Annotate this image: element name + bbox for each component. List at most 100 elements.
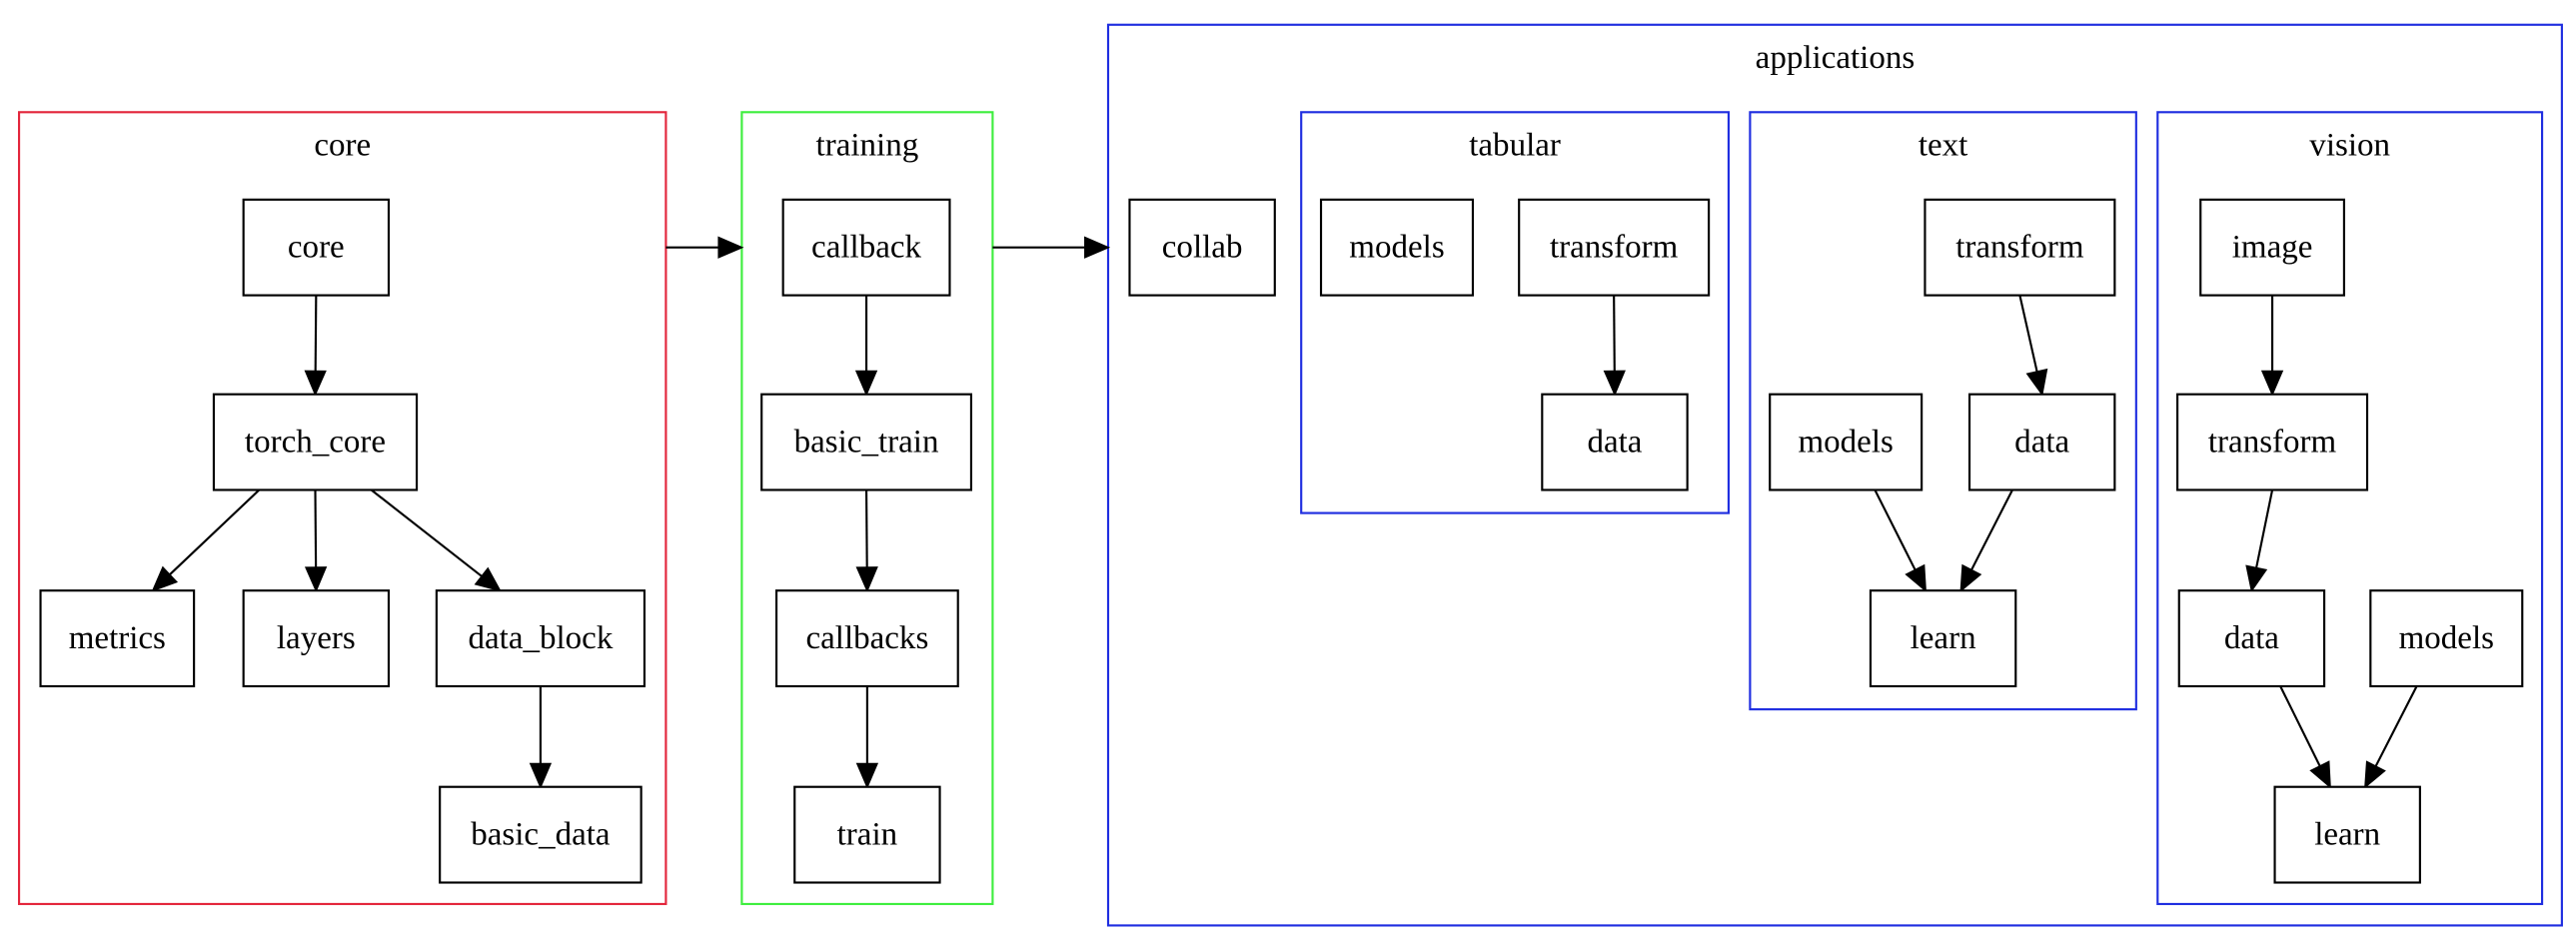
edge-cluster-training-to-cluster-applications (992, 236, 1111, 259)
node-training-callbacks[interactable]: callbacks (774, 589, 959, 688)
node-core-core[interactable]: core (242, 198, 391, 297)
node-core-torch_core[interactable]: torch_core (212, 393, 419, 491)
node-tabular-data[interactable]: data (1541, 393, 1689, 491)
node-training-basic_train[interactable]: basic_train (760, 393, 973, 491)
node-box[interactable] (760, 393, 973, 491)
node-box[interactable] (781, 198, 951, 297)
node-tabular-models[interactable]: models (1319, 198, 1475, 297)
node-box[interactable] (1128, 198, 1276, 297)
cluster-label-tabular: tabular (1469, 127, 1561, 163)
edge-core-torch_core-to-core-data_block (370, 488, 502, 592)
node-box[interactable] (2177, 589, 2326, 688)
node-box[interactable] (212, 393, 419, 491)
node-box[interactable] (793, 785, 941, 884)
node-box[interactable] (774, 589, 959, 688)
arrowhead-icon (855, 566, 878, 593)
module-dependency-diagram: core training applications tabular text visio… (17, 23, 2563, 927)
node-applications-collab[interactable]: collab (1128, 198, 1276, 297)
node-box[interactable] (1518, 198, 1711, 297)
cluster-label-core: core (314, 127, 371, 163)
edge-line (1874, 488, 1917, 571)
edge-line (1613, 295, 1616, 372)
edge-text-models-to-text-learn (1874, 488, 1928, 593)
arrowhead-icon (2025, 368, 2048, 397)
edge-vision-transform-to-vision-data (2245, 489, 2274, 593)
edge-text-data-to-text-learn (1959, 488, 2013, 593)
node-box[interactable] (435, 589, 646, 688)
edge-line (169, 488, 261, 576)
arrowhead-icon (1905, 563, 1928, 593)
node-box[interactable] (439, 785, 643, 884)
node-box[interactable] (1769, 393, 1924, 491)
node-box[interactable] (2369, 589, 2524, 688)
arrowhead-icon (1084, 236, 1111, 259)
edge-training-callback-to-training-basic_train (854, 295, 878, 397)
edge-line (2374, 685, 2418, 767)
node-box[interactable] (39, 589, 196, 688)
arrowhead-icon (1603, 370, 1626, 397)
edge-line (314, 295, 318, 372)
node-tabular-transform[interactable]: transform (1518, 198, 1711, 297)
node-box[interactable] (1869, 589, 2017, 688)
edge-line (2279, 685, 2321, 767)
cluster-label-applications: applications (1756, 40, 1916, 76)
edge-line (864, 489, 868, 568)
node-box[interactable] (1541, 393, 1689, 491)
node-box[interactable] (2199, 198, 2345, 297)
arrowhead-icon (529, 762, 553, 789)
node-box[interactable] (2273, 785, 2421, 884)
node-box[interactable] (2176, 393, 2369, 491)
arrowhead-icon (1959, 563, 1982, 593)
node-text-models[interactable]: models (1769, 393, 1924, 491)
arrowhead-icon (304, 566, 328, 593)
arrowhead-icon (304, 370, 327, 397)
edge-training-basic_train-to-training-callbacks (855, 489, 878, 593)
edge-line (314, 489, 318, 568)
cluster-label-vision: vision (2309, 127, 2390, 163)
node-core-metrics[interactable]: metrics (39, 589, 196, 688)
arrowhead-icon (855, 762, 879, 789)
node-core-basic_data[interactable]: basic_data (439, 785, 643, 884)
node-text-data[interactable]: data (1967, 393, 2116, 491)
node-box[interactable] (242, 198, 391, 297)
edge-training-callbacks-to-training-train (855, 685, 879, 789)
node-box[interactable] (1924, 198, 2116, 297)
arrowhead-icon (717, 236, 744, 259)
node-vision-data[interactable]: data (2177, 589, 2326, 688)
node-training-train[interactable]: train (793, 785, 941, 884)
node-box[interactable] (1319, 198, 1475, 297)
edge-core-torch_core-to-core-layers (304, 489, 328, 593)
arrowhead-icon (474, 566, 502, 592)
node-vision-transform[interactable]: transform (2176, 393, 2369, 491)
arrowhead-icon (2260, 370, 2284, 397)
node-text-learn[interactable]: learn (1869, 589, 2017, 688)
node-vision-models[interactable]: models (2369, 589, 2524, 688)
arrowhead-icon (2309, 760, 2331, 789)
node-core-data_block[interactable]: data_block (435, 589, 646, 688)
edge-line (370, 488, 483, 577)
node-box[interactable] (242, 589, 391, 688)
arrowhead-icon (854, 370, 878, 397)
edge-line (2255, 489, 2274, 568)
edge-vision-image-to-vision-transform (2260, 295, 2284, 397)
node-core-layers[interactable]: layers (242, 589, 391, 688)
arrowhead-icon (2364, 760, 2386, 789)
edge-vision-models-to-vision-learn (2364, 685, 2418, 789)
cluster-label-text: text (1919, 127, 1968, 163)
edge-tabular-transform-to-tabular-data (1603, 295, 1626, 397)
arrowhead-icon (2245, 564, 2268, 593)
edge-vision-data-to-vision-learn (2279, 685, 2331, 789)
edge-text-transform-to-text-data (2018, 295, 2048, 397)
node-vision-learn[interactable]: learn (2273, 785, 2421, 884)
edge-core-data_block-to-core-basic_data (529, 685, 553, 789)
edge-cluster-core-to-cluster-training (665, 236, 744, 259)
node-box[interactable] (1967, 393, 2116, 491)
node-text-transform[interactable]: transform (1924, 198, 2116, 297)
edge-core-torch_core-to-core-metrics (151, 488, 261, 592)
cluster-label-training: training (816, 127, 919, 163)
node-training-callback[interactable]: callback (781, 198, 951, 297)
edges-layer (151, 236, 2418, 789)
nodes-layer: coretorch_coremetrics layers data_blockbas… (39, 198, 2524, 884)
edge-core-core-to-core-torch_core (304, 295, 327, 397)
node-vision-image[interactable]: image (2199, 198, 2345, 297)
